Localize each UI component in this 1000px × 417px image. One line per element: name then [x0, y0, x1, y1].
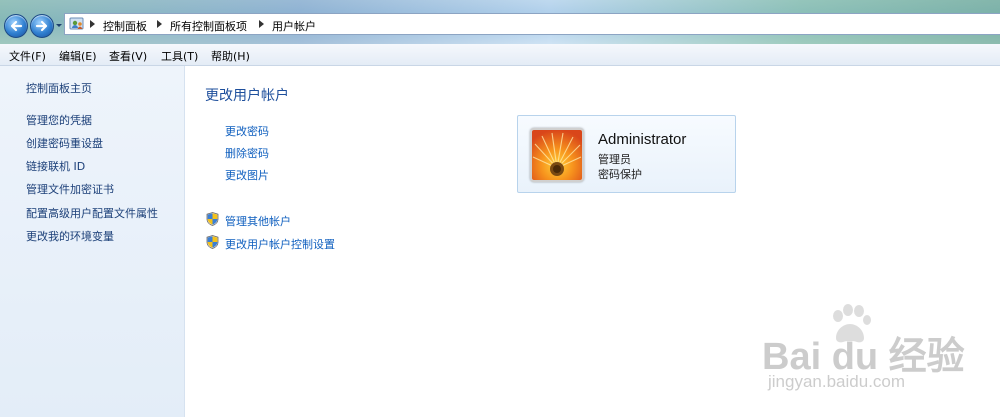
sidebar-item-link-online-id[interactable]: 链接联机 ID [26, 158, 85, 174]
breadcrumb-all-items[interactable]: 所有控制面板项 [170, 18, 247, 34]
uac-shield-icon [206, 235, 219, 249]
uac-settings-link[interactable]: 更改用户帐户控制设置 [225, 236, 335, 252]
forward-button[interactable] [30, 14, 54, 38]
breadcrumb-user-accounts[interactable]: 用户帐户 [272, 18, 316, 34]
flower-picture-icon [532, 130, 582, 180]
sidebar-item-control-panel-home[interactable]: 控制面板主页 [26, 80, 92, 96]
back-button[interactable] [4, 14, 28, 38]
menu-help[interactable]: 帮助(H) [211, 48, 250, 64]
watermark-url: jingyan.baidu.com [768, 372, 906, 391]
menu-view[interactable]: 查看(V) [109, 48, 147, 64]
sidebar-item-create-reset-disk[interactable]: 创建密码重设盘 [26, 135, 103, 151]
remove-password-link[interactable]: 删除密码 [225, 145, 269, 161]
arrow-right-icon [35, 20, 48, 32]
breadcrumb-separator[interactable] [90, 20, 95, 28]
window-title-area: 控制面板 所有控制面板项 用户帐户 [0, 0, 1000, 44]
account-name: Administrator [598, 131, 687, 148]
sidebar-item-environment-variables[interactable]: 更改我的环境变量 [26, 228, 114, 244]
page-title: 更改用户帐户 [205, 88, 289, 104]
manage-other-accounts-link[interactable]: 管理其他帐户 [225, 213, 291, 229]
account-card: Administrator 管理员 密码保护 [517, 115, 736, 193]
avatar[interactable] [530, 128, 584, 182]
control-panel-users-icon [69, 17, 84, 30]
address-bar[interactable]: 控制面板 所有控制面板项 用户帐户 [64, 13, 1000, 35]
sidebar-item-manage-credentials[interactable]: 管理您的凭据 [26, 112, 92, 128]
baidu-watermark: Bai du 经验 jingyan.baidu.com [760, 300, 1000, 410]
sidebar-item-advanced-profile-properties[interactable]: 配置高级用户配置文件属性 [26, 205, 158, 221]
breadcrumb-separator[interactable] [259, 20, 264, 28]
change-password-link[interactable]: 更改密码 [225, 123, 269, 139]
menu-bar: 文件(F) 编辑(E) 查看(V) 工具(T) 帮助(H) [0, 44, 1000, 66]
sidebar-item-encryption-certificates[interactable]: 管理文件加密证书 [26, 181, 114, 197]
account-status: 密码保护 [598, 168, 642, 181]
menu-edit[interactable]: 编辑(E) [59, 48, 97, 64]
account-role: 管理员 [598, 153, 631, 166]
menu-tools[interactable]: 工具(T) [161, 48, 198, 64]
arrow-left-icon [10, 20, 23, 32]
recent-pages-dropdown[interactable] [55, 22, 63, 30]
uac-shield-icon [206, 212, 219, 226]
breadcrumb-separator[interactable] [157, 20, 162, 28]
breadcrumb-control-panel[interactable]: 控制面板 [103, 18, 147, 34]
change-picture-link[interactable]: 更改图片 [225, 167, 269, 183]
menu-file[interactable]: 文件(F) [9, 48, 46, 64]
